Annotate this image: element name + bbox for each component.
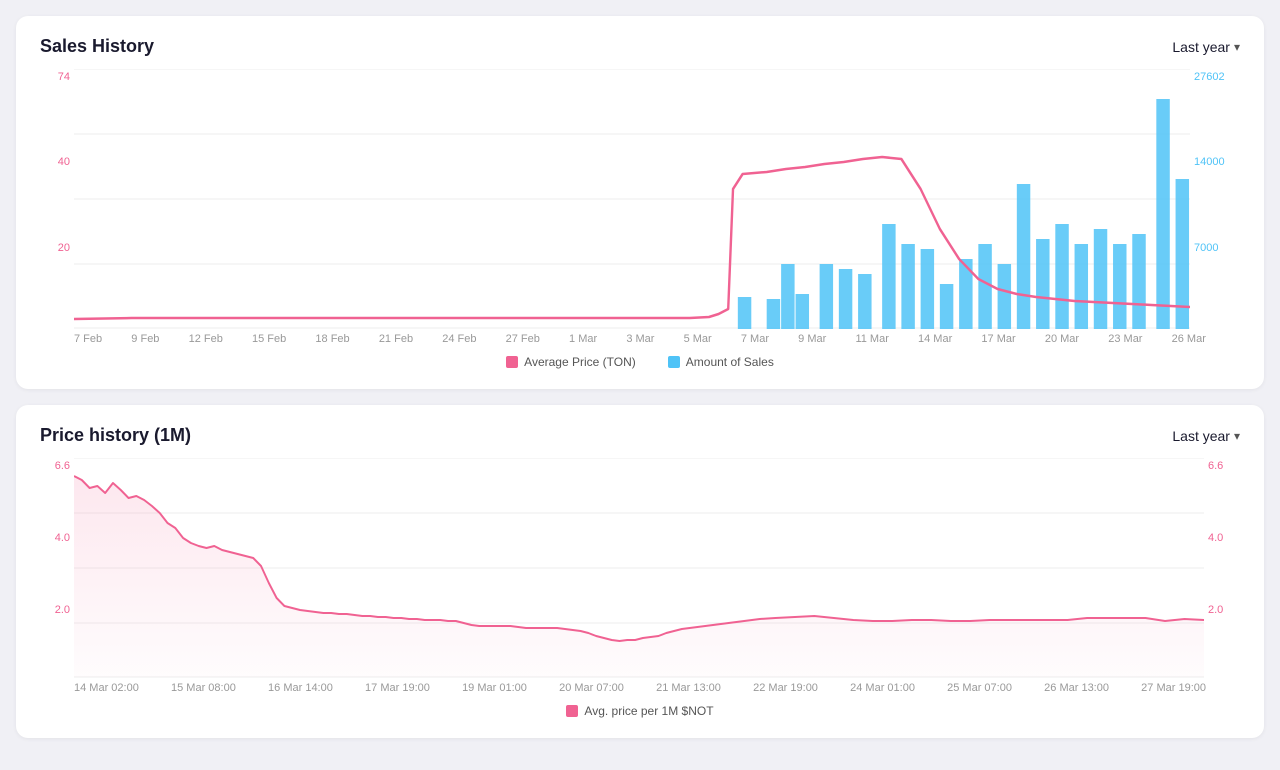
x-label-19: 26 Mar (1172, 333, 1206, 345)
x-label-13: 9 Mar (798, 333, 826, 345)
py-left-mid: 4.0 (55, 532, 70, 544)
px-label-3: 16 Mar 14:00 (268, 682, 333, 694)
price-history-title: Price history (1M) (40, 425, 191, 446)
x-label-14: 11 Mar (855, 333, 888, 345)
sales-history-card: Sales History Last year ▾ 74 40 20 (16, 16, 1264, 389)
px-label-11: 26 Mar 13:00 (1044, 682, 1109, 694)
legend-amount-sales-label: Amount of Sales (686, 355, 774, 369)
x-label-6: 21 Feb (379, 333, 413, 345)
chevron-down-icon: ▾ (1234, 40, 1240, 54)
y-right-top: 27602 (1194, 71, 1225, 83)
px-label-8: 22 Mar 19:00 (753, 682, 818, 694)
x-label-5: 18 Feb (315, 333, 349, 345)
y-right-mid: 14000 (1194, 156, 1225, 168)
sales-history-legend: Average Price (TON) Amount of Sales (40, 355, 1240, 369)
py-right-mid: 4.0 (1208, 532, 1223, 544)
py-left-low: 2.0 (55, 604, 70, 616)
x-label-12: 7 Mar (741, 333, 769, 345)
legend-pink-dot (506, 356, 518, 368)
x-label-1: 7 Feb (74, 333, 102, 345)
price-history-card: Price history (1M) Last year ▾ 6.6 4.0 2… (16, 405, 1264, 738)
price-history-legend: Avg. price per 1M $NOT (40, 704, 1240, 718)
x-label-3: 12 Feb (189, 333, 223, 345)
x-label-11: 5 Mar (684, 333, 712, 345)
px-label-7: 21 Mar 13:00 (656, 682, 721, 694)
py-right-top: 6.6 (1208, 460, 1223, 472)
sales-history-chart: 74 40 20 (40, 69, 1240, 369)
x-label-9: 1 Mar (569, 333, 597, 345)
py-left-top: 6.6 (55, 460, 70, 472)
legend-avg-price-1m-label: Avg. price per 1M $NOT (584, 704, 713, 718)
px-label-12: 27 Mar 19:00 (1141, 682, 1206, 694)
legend-blue-dot (668, 356, 680, 368)
x-label-4: 15 Feb (252, 333, 286, 345)
py-right-low: 2.0 (1208, 604, 1223, 616)
y-left-top: 74 (58, 71, 70, 83)
sales-chart-svg (74, 69, 1190, 329)
x-label-7: 24 Feb (442, 333, 476, 345)
x-label-15: 14 Mar (918, 333, 952, 345)
x-label-8: 27 Feb (506, 333, 540, 345)
price-history-header: Price history (1M) Last year ▾ (40, 425, 1240, 446)
legend-avg-price-label: Average Price (TON) (524, 355, 636, 369)
sales-history-period-selector[interactable]: Last year ▾ (1172, 39, 1240, 55)
x-label-10: 3 Mar (626, 333, 654, 345)
legend-pink-dot-2 (566, 705, 578, 717)
legend-amount-sales: Amount of Sales (668, 355, 774, 369)
px-label-1: 14 Mar 02:00 (74, 682, 139, 694)
px-label-2: 15 Mar 08:00 (171, 682, 236, 694)
sales-history-title: Sales History (40, 36, 154, 57)
y-left-mid2: 20 (58, 242, 70, 254)
x-label-17: 20 Mar (1045, 333, 1079, 345)
legend-avg-price-1m: Avg. price per 1M $NOT (566, 704, 713, 718)
x-label-16: 17 Mar (981, 333, 1015, 345)
x-label-18: 23 Mar (1108, 333, 1142, 345)
price-chart-svg (74, 458, 1204, 678)
px-label-4: 17 Mar 19:00 (365, 682, 430, 694)
px-label-10: 25 Mar 07:00 (947, 682, 1012, 694)
y-left-mid1: 40 (58, 156, 70, 168)
x-label-2: 9 Feb (131, 333, 159, 345)
sales-history-header: Sales History Last year ▾ (40, 36, 1240, 57)
px-label-9: 24 Mar 01:00 (850, 682, 915, 694)
sales-history-period-label: Last year (1172, 39, 1230, 55)
chevron-down-icon-2: ▾ (1234, 429, 1240, 443)
px-label-6: 20 Mar 07:00 (559, 682, 624, 694)
price-history-period-label: Last year (1172, 428, 1230, 444)
price-history-chart: 6.6 4.0 2.0 (40, 458, 1240, 718)
px-label-5: 19 Mar 01:00 (462, 682, 527, 694)
y-right-low: 7000 (1194, 242, 1218, 254)
legend-avg-price: Average Price (TON) (506, 355, 636, 369)
price-history-period-selector[interactable]: Last year ▾ (1172, 428, 1240, 444)
